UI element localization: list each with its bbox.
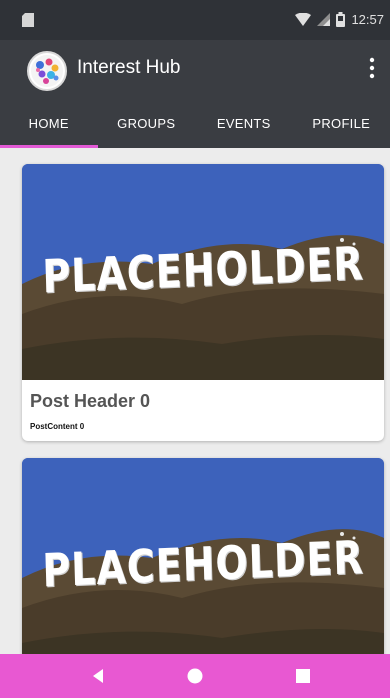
app-bar: Interest Hub [0,40,390,98]
tab-groups[interactable]: GROUPS [98,98,196,148]
tab-profile[interactable]: PROFILE [293,98,390,148]
post-card[interactable]: PLACEHOLDER [22,458,384,654]
sd-card-icon [22,13,34,27]
status-bar: 12:57 [0,0,390,40]
interest-hub-logo[interactable] [27,51,67,91]
logo-icon [31,55,63,87]
tab-bar: HOME GROUPS EVENTS PROFILE [0,98,390,148]
post-image: PLACEHOLDER [22,458,384,654]
home-icon[interactable] [185,666,205,686]
tab-label: HOME [28,115,69,131]
status-time: 12:57 [351,12,384,27]
post-card[interactable]: PLACEHOLDER Post Header 0 PostContent 0 [22,164,384,441]
post-content: PostContent 0 [30,422,85,431]
tab-label: GROUPS [117,115,176,131]
tab-home[interactable]: HOME [0,98,98,148]
back-icon[interactable] [88,666,108,686]
system-nav-bar [0,654,390,698]
recents-icon[interactable] [293,666,313,686]
battery-icon [336,12,346,27]
wifi-icon [295,13,312,26]
tab-label: PROFILE [312,115,371,131]
app-title: Interest Hub [77,57,181,78]
more-vert-icon[interactable] [368,56,376,80]
post-feed[interactable]: PLACEHOLDER Post Header 0 PostContent 0 … [0,148,390,654]
tab-events[interactable]: EVENTS [195,98,293,148]
signal-icon [317,13,331,26]
post-header: Post Header 0 [30,391,151,411]
tab-label: EVENTS [216,115,271,131]
post-image: PLACEHOLDER [22,164,384,380]
